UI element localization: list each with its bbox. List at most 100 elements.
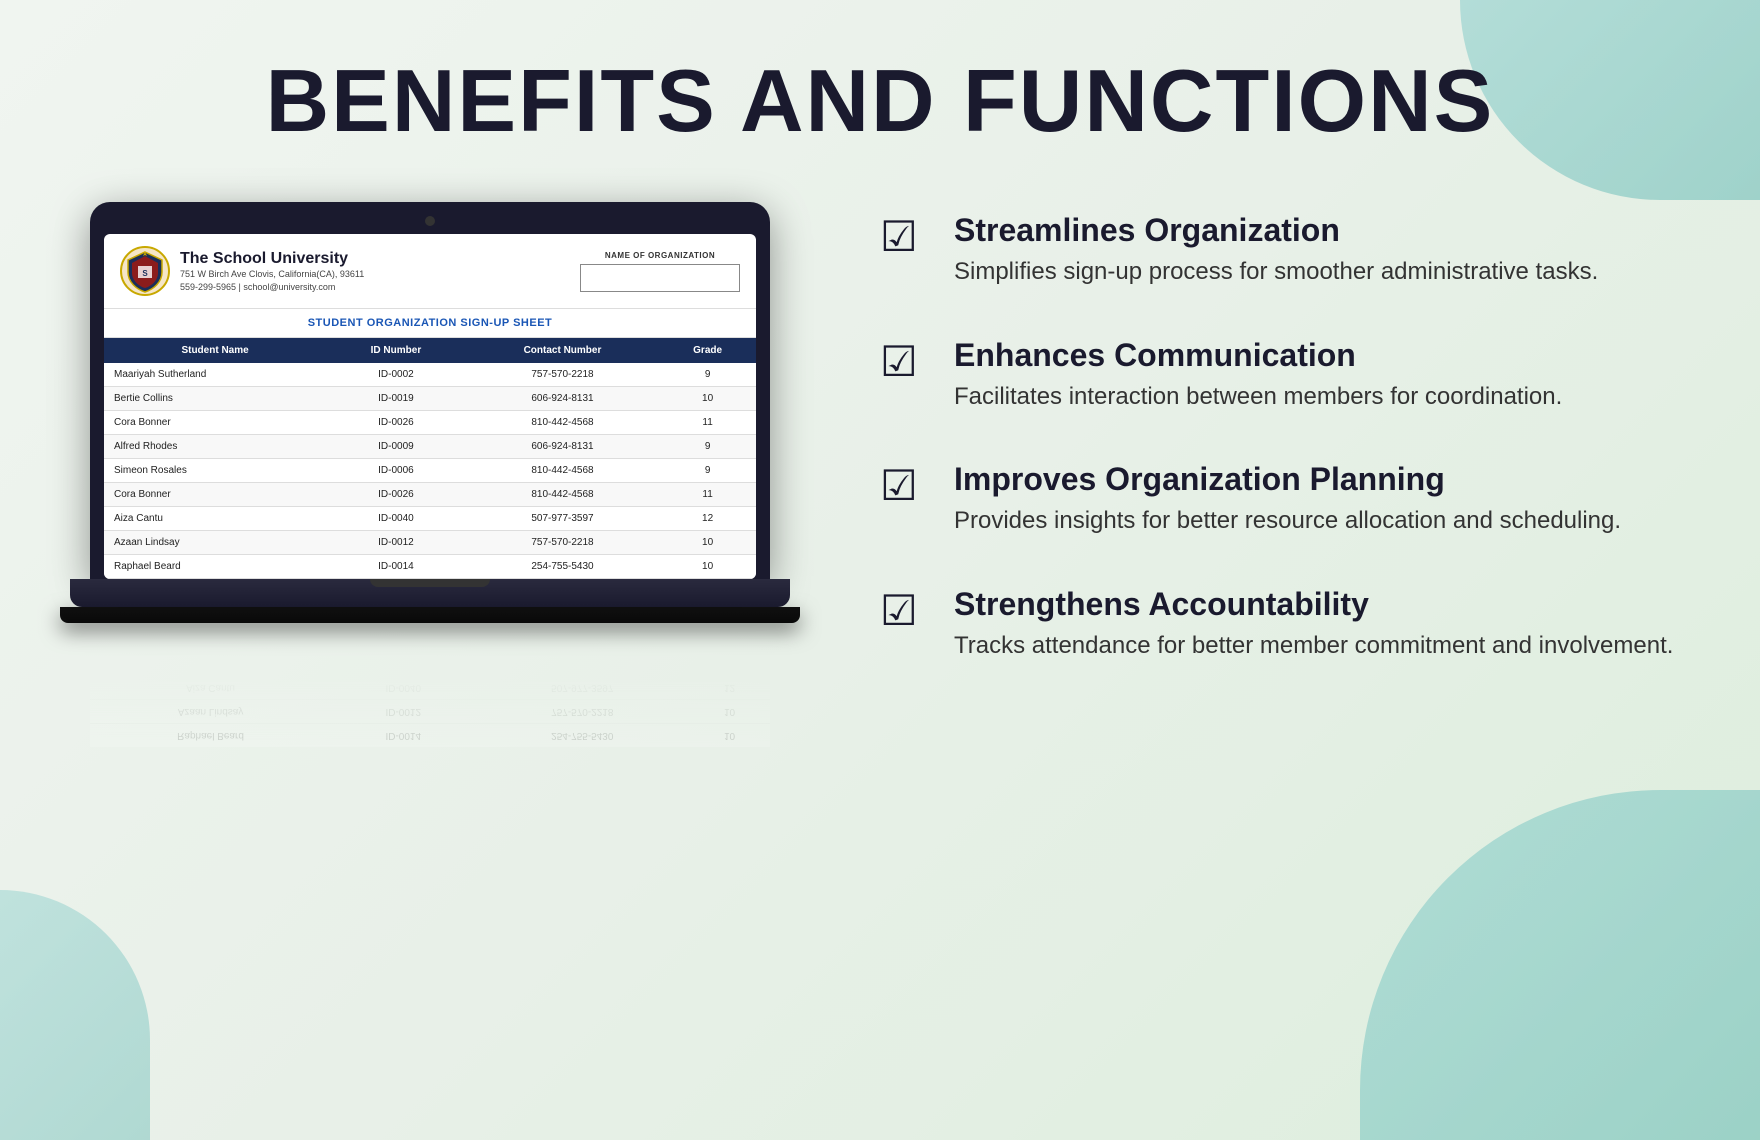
benefit-title: Improves Organization Planning: [954, 461, 1700, 498]
table-cell: 507-977-3597: [466, 507, 659, 531]
table-row: Maariyah SutherlandID-0002757-570-22189: [104, 363, 756, 387]
reflection-cell: 12: [689, 676, 770, 700]
table-cell: Bertie Collins: [104, 387, 326, 411]
table-cell: ID-0026: [326, 483, 466, 507]
benefits-list: ☑ Streamlines Organization Simplifies si…: [880, 212, 1700, 662]
laptop-body: S The School University 751 W Birch Ave …: [90, 202, 770, 579]
laptop-screen: S The School University 751 W Birch Ave …: [104, 234, 756, 579]
laptop-reflection: Raphael BeardID-0014254-755-543010Azaan …: [90, 627, 770, 747]
table-cell: 10: [659, 555, 756, 579]
table-cell: 606-924-8131: [466, 435, 659, 459]
table-row: Raphael BeardID-0014254-755-543010: [104, 555, 756, 579]
benefit-title: Enhances Communication: [954, 337, 1700, 374]
table-row: Aiza CantuID-0040507-977-359712: [104, 507, 756, 531]
reflection-cell: Azaan Lindsay: [90, 700, 331, 724]
table-cell: Simeon Rosales: [104, 459, 326, 483]
org-name-input[interactable]: [580, 264, 740, 292]
col-header-grade: Grade: [659, 338, 756, 363]
page-title-section: BENEFITS AND FUNCTIONS: [0, 0, 1760, 182]
doc-header: S The School University 751 W Birch Ave …: [104, 234, 756, 309]
table-cell: 606-924-8131: [466, 387, 659, 411]
benefit-description: Tracks attendance for better member comm…: [954, 629, 1700, 663]
table-cell: ID-0014: [326, 555, 466, 579]
reflection-cell: 810-443-4288: [475, 652, 689, 676]
reflection-cell: 10: [689, 700, 770, 724]
reflection-cell: 507-977-3597: [475, 676, 689, 700]
reflection-table: Raphael BeardID-0014254-755-543010Azaan …: [90, 627, 770, 747]
benefit-description: Simplifies sign-up process for smoother …: [954, 255, 1700, 289]
reflection-cell: ID-0014: [331, 724, 475, 748]
col-header-contact: Contact Number: [466, 338, 659, 363]
laptop-section: S The School University 751 W Birch Ave …: [60, 202, 800, 747]
sheet-title: STUDENT ORGANIZATION SIGN-UP SHEET: [104, 309, 756, 338]
laptop-base: [70, 579, 790, 607]
content-area: S The School University 751 W Birch Ave …: [0, 182, 1760, 747]
table-cell: 11: [659, 411, 756, 435]
table-row: Cora BonnerID-0026810-442-456811: [104, 483, 756, 507]
reflection-cell: 9: [689, 628, 770, 652]
table-cell: 10: [659, 531, 756, 555]
school-address: 751 W Birch Ave Clovis, California(CA), …: [180, 268, 364, 293]
table-cell: Alfred Rhodes: [104, 435, 326, 459]
table-cell: 11: [659, 483, 756, 507]
reflection-cell: Cora Bonner: [90, 652, 331, 676]
reflection-cell: 254-755-5430: [475, 724, 689, 748]
table-cell: Azaan Lindsay: [104, 531, 326, 555]
org-name-box: NAME OF ORGANIZATION: [580, 251, 740, 292]
benefit-item-improves-planning: ☑ Improves Organization Planning Provide…: [880, 461, 1700, 538]
table-body: Maariyah SutherlandID-0002757-570-22189B…: [104, 363, 756, 579]
table-row: Bertie CollinsID-0019606-924-813110: [104, 387, 756, 411]
table-cell: 9: [659, 363, 756, 387]
doc-logo-area: S The School University 751 W Birch Ave …: [120, 246, 364, 296]
benefit-text: Enhances Communication Facilitates inter…: [954, 337, 1700, 414]
org-name-label: NAME OF ORGANIZATION: [580, 251, 740, 260]
table-cell: ID-0006: [326, 459, 466, 483]
benefit-description: Provides insights for better resource al…: [954, 504, 1700, 538]
benefit-text: Streamlines Organization Simplifies sign…: [954, 212, 1700, 289]
reflection-cell: 10: [689, 724, 770, 748]
page-container: BENEFITS AND FUNCTIONS: [0, 0, 1760, 1140]
benefit-description: Facilitates interaction between members …: [954, 380, 1700, 414]
check-icon: ☑: [880, 341, 930, 383]
table-cell: Raphael Beard: [104, 555, 326, 579]
table-cell: 757-570-2218: [466, 363, 659, 387]
table-row: Cora BonnerID-0026810-442-456811: [104, 411, 756, 435]
reflection-cell: ID-0012: [331, 700, 475, 724]
reflection-row: Azaan LindsayID-0012757-570-221810: [90, 700, 770, 724]
benefit-title: Streamlines Organization: [954, 212, 1700, 249]
table-cell: 810-442-4568: [466, 411, 659, 435]
table-cell: ID-0019: [326, 387, 466, 411]
table-cell: 9: [659, 435, 756, 459]
reflection-cell: ID-0040: [331, 676, 475, 700]
col-header-id: ID Number: [326, 338, 466, 363]
check-icon: ☑: [880, 216, 930, 258]
table-cell: ID-0040: [326, 507, 466, 531]
table-cell: 10: [659, 387, 756, 411]
reflection-cell: 810-443-4288: [475, 628, 689, 652]
table-cell: 810-442-4568: [466, 459, 659, 483]
benefit-title: Strengthens Accountability: [954, 586, 1700, 623]
table-cell: 810-442-4568: [466, 483, 659, 507]
reflection-row: Raphael BeardID-0014254-755-543010: [90, 724, 770, 748]
table-cell: Aiza Cantu: [104, 507, 326, 531]
laptop-base-bottom: [60, 607, 800, 623]
table-row: Alfred RhodesID-0009606-924-81319: [104, 435, 756, 459]
reflection-cell: ID-0006: [331, 628, 475, 652]
reflection-cell: Simeon Rosales: [90, 628, 331, 652]
table-row: Simeon RosalesID-0006810-442-45689: [104, 459, 756, 483]
table-cell: 9: [659, 459, 756, 483]
table-cell: Maariyah Sutherland: [104, 363, 326, 387]
check-icon: ☑: [880, 590, 930, 632]
table-cell: 12: [659, 507, 756, 531]
table-row: Azaan LindsayID-0012757-570-221810: [104, 531, 756, 555]
table-cell: Cora Bonner: [104, 411, 326, 435]
col-header-name: Student Name: [104, 338, 326, 363]
benefit-item-strengthens-accountability: ☑ Strengthens Accountability Tracks atte…: [880, 586, 1700, 663]
school-info: The School University 751 W Birch Ave Cl…: [180, 249, 364, 293]
table-cell: Cora Bonner: [104, 483, 326, 507]
laptop-camera: [425, 216, 435, 226]
table-cell: 757-570-2218: [466, 531, 659, 555]
table-cell: ID-0009: [326, 435, 466, 459]
check-icon: ☑: [880, 465, 930, 507]
benefits-section: ☑ Streamlines Organization Simplifies si…: [880, 182, 1700, 710]
